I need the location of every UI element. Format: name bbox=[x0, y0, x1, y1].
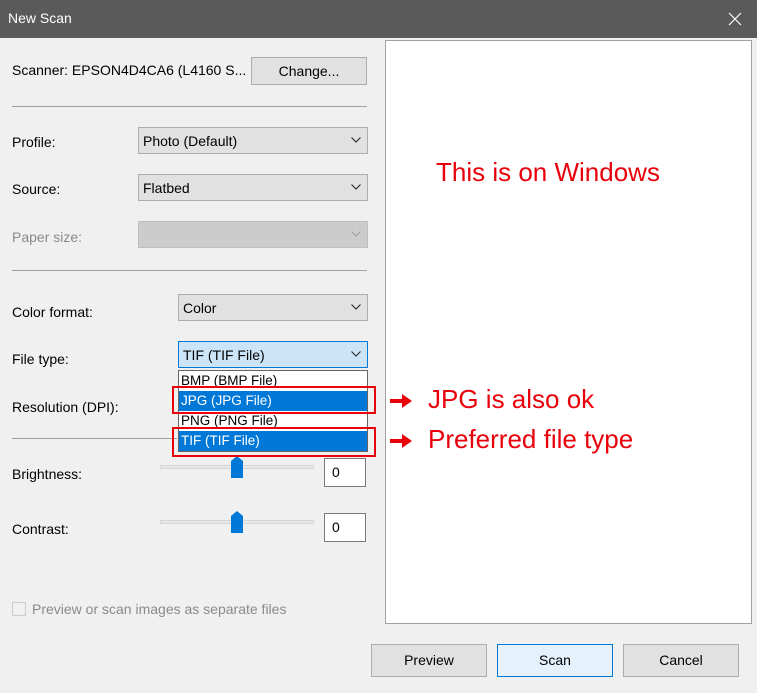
source-label: Source: bbox=[12, 181, 61, 197]
jpg-highlight-box bbox=[172, 386, 376, 414]
cancel-button-label: Cancel bbox=[659, 652, 703, 668]
window-title: New Scan bbox=[8, 10, 72, 26]
divider bbox=[12, 270, 367, 271]
color-format-value: Color bbox=[183, 300, 217, 316]
contrast-label: Contrast: bbox=[12, 521, 69, 537]
scan-button[interactable]: Scan bbox=[497, 644, 613, 677]
windows-annotation: This is on Windows bbox=[436, 157, 660, 187]
brightness-label: Brightness: bbox=[12, 466, 83, 482]
chevron-down-icon bbox=[351, 184, 361, 190]
chevron-down-icon bbox=[351, 231, 361, 237]
profile-value: Photo (Default) bbox=[143, 133, 238, 149]
chevron-down-icon bbox=[351, 351, 361, 357]
file-type-label: File type: bbox=[12, 351, 69, 367]
chevron-down-icon bbox=[351, 304, 361, 310]
separate-files-label: Preview or scan images as separate files bbox=[32, 601, 287, 617]
profile-select[interactable]: Photo (Default) bbox=[138, 127, 368, 154]
divider bbox=[12, 438, 177, 439]
arrow-right-icon bbox=[390, 394, 412, 408]
tif-annotation: Preferred file type bbox=[428, 424, 634, 454]
source-value: Flatbed bbox=[143, 180, 190, 196]
source-select[interactable]: Flatbed bbox=[138, 174, 368, 201]
tif-highlight-box bbox=[172, 427, 376, 457]
file-type-select[interactable]: TIF (TIF File) bbox=[178, 341, 368, 368]
jpg-annotation: JPG is also ok bbox=[428, 384, 595, 414]
file-type-value: TIF (TIF File) bbox=[183, 347, 265, 363]
brightness-value-field[interactable]: 0 bbox=[324, 458, 366, 487]
close-button[interactable] bbox=[713, 0, 757, 38]
divider bbox=[12, 106, 367, 107]
arrow-right-icon bbox=[390, 434, 412, 448]
resolution-label: Resolution (DPI): bbox=[12, 399, 119, 415]
close-icon bbox=[728, 12, 742, 26]
preview-button-label: Preview bbox=[404, 652, 454, 668]
brightness-slider-thumb[interactable] bbox=[231, 456, 243, 478]
paper-size-select[interactable] bbox=[138, 221, 368, 248]
scanner-label: Scanner: EPSON4D4CA6 (L4160 S... bbox=[12, 62, 247, 78]
change-scanner-button[interactable]: Change... bbox=[251, 57, 367, 85]
paper-size-label: Paper size: bbox=[12, 229, 83, 245]
color-format-select[interactable]: Color bbox=[178, 294, 368, 321]
profile-label: Profile: bbox=[12, 134, 56, 150]
scan-button-label: Scan bbox=[539, 652, 571, 668]
title-bar: New Scan bbox=[0, 0, 757, 38]
separate-files-checkbox[interactable] bbox=[12, 602, 26, 616]
chevron-down-icon bbox=[351, 137, 361, 143]
contrast-slider-thumb[interactable] bbox=[231, 511, 243, 533]
color-format-label: Color format: bbox=[12, 304, 93, 320]
preview-area bbox=[385, 40, 752, 624]
contrast-value-field[interactable]: 0 bbox=[324, 513, 366, 542]
cancel-button[interactable]: Cancel bbox=[623, 644, 739, 677]
change-button-label: Change... bbox=[278, 63, 340, 79]
preview-button[interactable]: Preview bbox=[371, 644, 487, 677]
